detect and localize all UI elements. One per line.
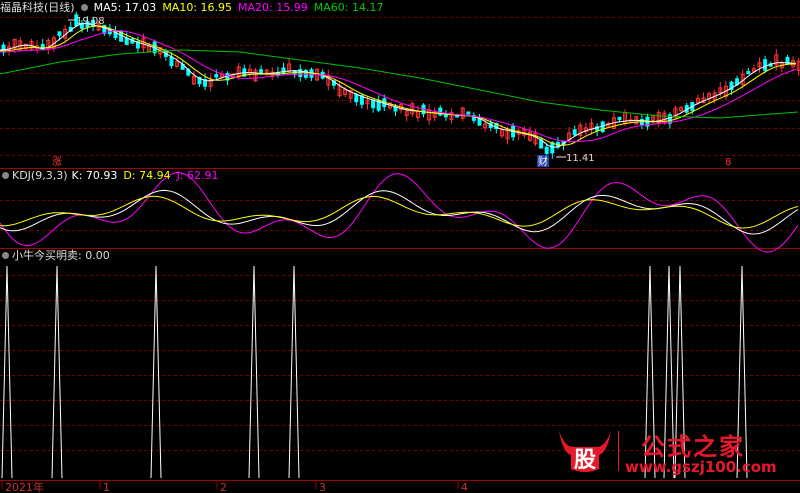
kdj-dot-icon[interactable] — [2, 172, 9, 179]
watermark-url: www.gszj100.com — [625, 458, 777, 476]
kdj-legend: KDJ(9,3,3) K: 70.93 D: 74.94 J: 62.91 — [0, 169, 225, 183]
settings-dot-icon[interactable] — [80, 4, 88, 11]
signal-value: : 0.00 — [78, 249, 110, 262]
kdj-d-value: D: 74.94 — [123, 169, 171, 182]
x-axis: 2021年 1 2 3 4 — [1, 480, 468, 493]
watermark-separator — [618, 431, 619, 471]
candle-body — [746, 71, 751, 75]
ba-marker: 8 — [725, 157, 731, 168]
candle-body — [40, 44, 45, 51]
ma20-line — [0, 30, 797, 143]
candle-body — [477, 118, 482, 126]
signal-spike — [51, 265, 63, 479]
signal-legend: 小牛今买明卖: 0.00 — [0, 249, 116, 263]
candle-body — [550, 142, 555, 154]
signal-name: 小牛今买明卖 — [12, 249, 78, 262]
candlesticks — [1, 11, 800, 159]
signal-spike — [150, 265, 162, 479]
chart-canvas: 2021年 1 2 3 4 19.08 11.41 涨 财 8 — [0, 11, 800, 493]
candle-body — [466, 111, 471, 115]
ma5-value: MA5: 17.03 — [93, 1, 157, 14]
ma10-line — [0, 25, 796, 146]
signal-spike — [288, 265, 300, 479]
cai-marker: 财 — [538, 155, 548, 168]
candle-body — [169, 56, 174, 67]
axis-label: 2021年 — [5, 480, 44, 493]
kdj-k-line — [0, 189, 799, 235]
logo-char: 股 — [574, 448, 596, 473]
candle-body — [124, 37, 129, 45]
watermark: 股 公式之家 www.gszj100.com — [555, 425, 780, 476]
candle-body — [393, 106, 398, 112]
signal-spike — [248, 265, 260, 479]
bull-logo-icon: 股 — [559, 431, 611, 473]
main-legend: 福晶科技(日线) MA5: 17.03 MA10: 16.95 MA20: 15.99… — [0, 1, 389, 15]
high-label: 19.08 — [76, 16, 105, 27]
axis-label: 1 — [103, 481, 110, 493]
axis-label: 4 — [461, 481, 468, 493]
candle-body — [214, 74, 219, 78]
watermark-title: 公式之家 — [641, 433, 745, 461]
candle-body — [763, 59, 768, 71]
candle-body — [544, 146, 549, 154]
kdj-j-value: J: 62.91 — [176, 169, 219, 182]
ma60-value: MA60: 14.17 — [313, 1, 384, 14]
candle-body — [617, 116, 622, 121]
candle-body — [259, 69, 264, 73]
signal-dot-icon[interactable] — [2, 252, 9, 259]
low-label: 11.41 — [566, 153, 595, 164]
ma20-value: MA20: 15.99 — [238, 1, 308, 14]
candle-body — [572, 129, 577, 136]
zhang-marker: 涨 — [52, 156, 62, 168]
kdj-name: KDJ(9,3,3) — [12, 169, 68, 182]
ma10-value: MA10: 16.95 — [162, 1, 233, 14]
candle-body — [57, 31, 62, 36]
stock-title: 福晶科技(日线) — [0, 1, 75, 14]
axis-label: 2 — [220, 481, 227, 493]
kdj-lines — [0, 171, 799, 253]
axis-label: 3 — [319, 481, 326, 493]
grid-lines — [0, 17, 800, 481]
signal-spike — [1, 265, 13, 479]
annotations: 19.08 11.41 涨 财 8 — [52, 16, 731, 168]
candle-body — [354, 94, 359, 103]
kdj-k-value: K: 70.93 — [71, 169, 118, 182]
